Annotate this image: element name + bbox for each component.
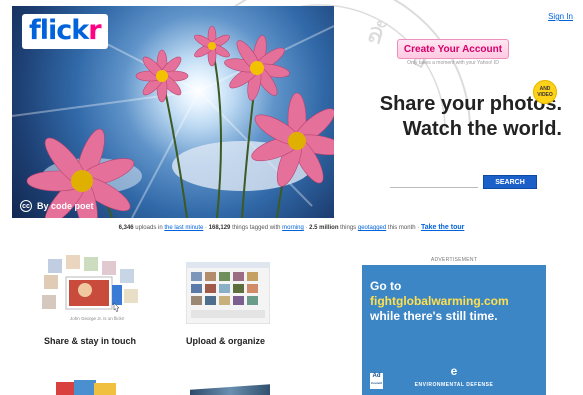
search-input[interactable]: [390, 176, 478, 188]
share-feature-caption[interactable]: Share & stay in touch: [44, 336, 136, 346]
feature-thumbnail-3[interactable]: [56, 380, 120, 395]
stats-separator: ·: [305, 225, 308, 231]
global-warming-ad[interactable]: Go to fightglobalwarming.com while there…: [362, 265, 546, 395]
tagged-text: things tagged with: [232, 225, 281, 231]
create-account-button[interactable]: Create Your Account: [397, 39, 509, 59]
geotagged-suffix: this month: [387, 225, 416, 231]
feature-thumbnail-4[interactable]: [190, 384, 270, 395]
geotagged-link[interactable]: geotagged: [358, 225, 386, 231]
uploads-count: 6,346: [118, 225, 134, 231]
upload-organize-icon: [185, 261, 271, 325]
photo-credit-text: By code poet: [37, 201, 94, 211]
geotagged-text: things: [340, 225, 357, 231]
share-tooltip: John George Jr. is on flickr!: [70, 316, 125, 321]
ad-line-2: fightglobalwarming.com: [370, 294, 509, 308]
and-video-badge: AND VIDEO: [533, 80, 557, 104]
tagged-count: 168,129: [208, 225, 231, 231]
create-account-subtext: Only takes a moment with your Yahoo! ID: [407, 60, 499, 66]
stats-separator: ·: [205, 225, 208, 231]
geotagged-count: 2.5 million: [309, 225, 339, 231]
upload-feature-graphic[interactable]: [185, 261, 271, 325]
ad-council-line-2: Council: [371, 381, 382, 385]
ad-council-logo: Ad Council: [370, 373, 383, 389]
sign-in-link[interactable]: Sign In: [548, 12, 573, 21]
tagline-line-1: Share your photos.: [379, 93, 562, 115]
ad-line-1: Go to: [370, 279, 402, 293]
search-button[interactable]: SEARCH: [483, 175, 537, 189]
advertisement-label: ADVERTISEMENT: [430, 257, 478, 263]
flickr-logo[interactable]: flickr: [22, 14, 108, 49]
environmental-defense-logo: e: [450, 364, 458, 378]
creative-commons-icon: cc: [20, 200, 32, 212]
badge-line-2: VIDEO: [537, 92, 553, 98]
uploads-text: uploads in: [135, 225, 163, 231]
stats-separator: ·: [417, 225, 420, 231]
environmental-defense-text: ENVIRONMENTAL DEFENSE: [414, 382, 494, 388]
ad-text: Go to fightglobalwarming.com while there…: [370, 279, 542, 324]
tagline-line-2: Watch the world.: [402, 118, 562, 140]
logo-r-text: r: [88, 15, 101, 46]
photo-credit[interactable]: cc By code poet: [20, 200, 94, 212]
activity-stats: 6,346 uploads in the last minute · 168,1…: [0, 224, 583, 231]
take-the-tour-link[interactable]: Take the tour: [421, 224, 464, 231]
tagline: Share your photos. Watch the world.: [354, 92, 562, 142]
share-feature-graphic[interactable]: John George Jr. is on flickr!: [40, 255, 150, 330]
svg-text:ลั: ลั: [363, 15, 389, 51]
ad-council-line-1: Ad: [372, 373, 381, 379]
tag-morning-link[interactable]: morning: [282, 225, 304, 231]
last-minute-link[interactable]: the last minute: [164, 225, 203, 231]
hero-photo[interactable]: flickr cc By code poet: [12, 6, 334, 218]
logo-flick-text: flick: [29, 15, 89, 46]
ad-line-3: while there's still time.: [370, 309, 498, 323]
upload-feature-caption[interactable]: Upload & organize: [186, 336, 265, 346]
